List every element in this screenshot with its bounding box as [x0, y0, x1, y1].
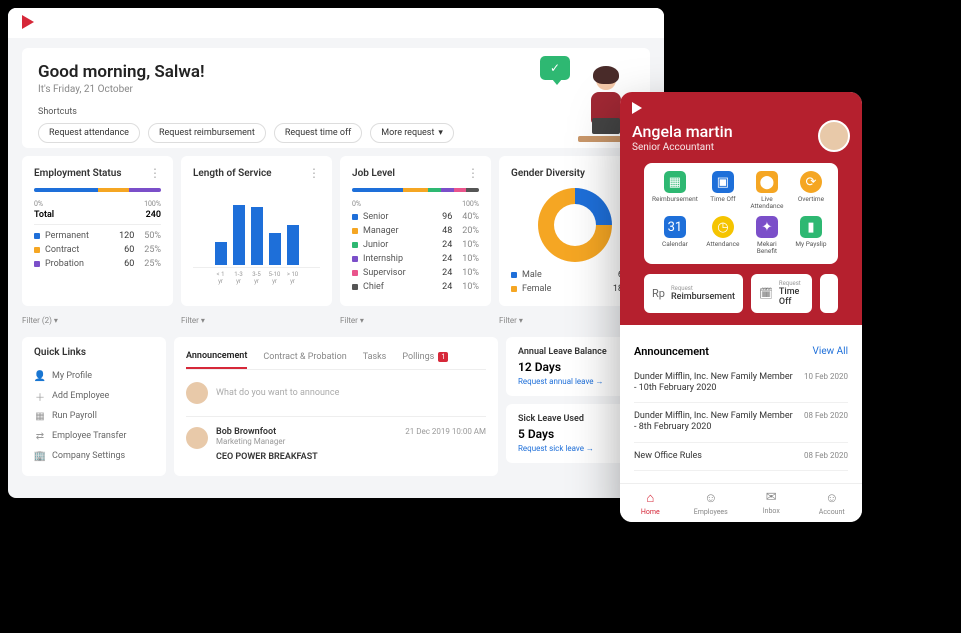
ql-employee-transfer[interactable]: ⇄Employee Transfer	[34, 426, 154, 446]
topbar	[8, 8, 664, 38]
user-icon: 👤	[34, 370, 46, 382]
request-timeoff-button[interactable]: Request time off	[274, 123, 362, 143]
nav-account[interactable]: ☺Account	[802, 484, 863, 522]
quick-links-title: Quick Links	[34, 347, 154, 358]
bottom-row: Quick Links 👤My Profile ＋Add Employee ▦R…	[22, 337, 650, 476]
ql-company-settings[interactable]: 🏢Company Settings	[34, 446, 154, 466]
filter-dropdown[interactable]: Filter (2) ▾	[22, 312, 173, 329]
app-live-attendance[interactable]: ⬤Live Attendance	[748, 171, 786, 210]
add-user-icon: ＋	[34, 390, 46, 402]
clock-icon: ◷	[712, 216, 734, 238]
hero-card: Good morning, Salwa! It's Friday, 21 Oct…	[22, 48, 650, 148]
mobile-header: Angela martin Senior Accountant ▦Reimbur…	[620, 92, 862, 325]
filter-dropdown[interactable]: Filter ▾	[340, 312, 491, 329]
gender-donut-chart	[538, 188, 612, 262]
card-title: Gender Diversity	[511, 168, 585, 179]
ql-run-payroll[interactable]: ▦Run Payroll	[34, 406, 154, 426]
pollings-badge: 1	[438, 352, 448, 362]
calendar-icon: 31	[664, 216, 686, 238]
mobile-body: Announcement View All Dunder Mifflin, In…	[620, 335, 862, 471]
employment-status-card: Employment Status⋮ 0%100% Total240 Perma…	[22, 156, 173, 306]
tab-contract[interactable]: Contract & Probation	[263, 345, 346, 369]
app-overtime[interactable]: ⟳Overtime	[792, 171, 830, 210]
request-buttons-row: Rp RequestReimbursement 🗓 RequestTime Of…	[644, 274, 838, 313]
length-of-service-card: Length of Service⋮ < 1 yr1-3 yr3-5 yr5-1…	[181, 156, 332, 306]
ql-add-employee[interactable]: ＋Add Employee	[34, 386, 154, 406]
app-grid: ▦Reimbursement ▣Time Off ⬤Live Attendanc…	[644, 163, 838, 264]
card-menu-icon[interactable]: ⋮	[149, 166, 161, 180]
employees-icon: ☺	[704, 490, 717, 506]
app-reimbursement[interactable]: ▦Reimbursement	[652, 171, 698, 210]
nav-inbox[interactable]: ✉Inbox	[741, 484, 802, 522]
nav-employees[interactable]: ☺Employees	[681, 484, 742, 522]
card-title: Job Level	[352, 168, 395, 179]
overtime-icon: ⟳	[800, 171, 822, 193]
benefit-icon: ✦	[756, 216, 778, 238]
tab-tasks[interactable]: Tasks	[363, 345, 387, 369]
reimbursement-icon: ▦	[664, 171, 686, 193]
home-icon: ⌂	[646, 490, 654, 506]
app-mekari-benefit[interactable]: ✦Mekari Benefit	[748, 216, 786, 255]
desktop-dashboard: Good morning, Salwa! It's Friday, 21 Oct…	[8, 8, 664, 498]
card-menu-icon[interactable]: ⋮	[467, 166, 479, 180]
filter-dropdown[interactable]: Filter ▾	[181, 312, 332, 329]
timeoff-icon: ▣	[712, 171, 734, 193]
announcement-item[interactable]: New Office Rules08 Feb 2020	[634, 443, 848, 471]
brand-logo-icon	[22, 15, 34, 29]
speech-check-icon: ✓	[540, 56, 570, 80]
card-title: Employment Status	[34, 168, 122, 179]
post-avatar-icon	[186, 427, 208, 449]
mobile-logo-icon	[632, 102, 642, 114]
request-timeoff-button[interactable]: 🗓 RequestTime Off	[751, 274, 812, 313]
filter-row: Filter (2) ▾ Filter ▾ Filter ▾ Filter ▾	[22, 312, 650, 329]
job-level-card: Job Level⋮ 0%100% Senior9640% Manager482…	[340, 156, 491, 306]
announcement-section-title: Announcement	[634, 345, 709, 358]
account-icon: ☺	[825, 490, 838, 506]
stats-cards-row: Employment Status⋮ 0%100% Total240 Perma…	[22, 156, 650, 306]
card-menu-icon[interactable]: ⋮	[308, 166, 320, 180]
announcement-item[interactable]: Dunder Mifflin, Inc. New Family Member -…	[634, 403, 848, 443]
announce-placeholder: What do you want to announce	[216, 388, 339, 398]
live-attendance-icon: ⬤	[756, 171, 778, 193]
request-reimbursement-button[interactable]: Rp RequestReimbursement	[644, 274, 743, 313]
app-my-payslip[interactable]: ▮My Payslip	[792, 216, 830, 255]
mobile-bottom-nav: ⌂Home ☺Employees ✉Inbox ☺Account	[620, 483, 862, 522]
tab-pollings[interactable]: Pollings1	[402, 345, 448, 369]
request-attendance-button[interactable]: Request attendance	[38, 123, 140, 143]
view-all-link[interactable]: View All	[813, 346, 848, 357]
calendar-icon: 🗓	[759, 287, 773, 300]
tabs: Announcement Contract & Probation Tasks …	[186, 337, 486, 370]
payroll-icon: ▦	[34, 410, 46, 422]
inbox-icon: ✉	[766, 490, 777, 505]
user-avatar-icon	[186, 382, 208, 404]
card-title: Length of Service	[193, 168, 272, 179]
announcement-panel: Announcement Contract & Probation Tasks …	[174, 337, 498, 476]
building-icon: 🏢	[34, 450, 46, 462]
request-reimbursement-button[interactable]: Request reimbursement	[148, 123, 266, 143]
announce-input[interactable]: What do you want to announce	[186, 370, 486, 417]
app-attendance[interactable]: ◷Attendance	[704, 216, 742, 255]
post-title: CEO POWER BREAKFAST	[216, 452, 486, 462]
request-more-button[interactable]	[820, 274, 838, 313]
app-timeoff[interactable]: ▣Time Off	[704, 171, 742, 210]
ql-my-profile[interactable]: 👤My Profile	[34, 366, 154, 386]
user-avatar-icon[interactable]	[818, 120, 850, 152]
payslip-icon: ▮	[800, 216, 822, 238]
transfer-icon: ⇄	[34, 430, 46, 442]
tab-announcement[interactable]: Announcement	[186, 345, 247, 369]
app-calendar[interactable]: 31Calendar	[652, 216, 698, 255]
rp-icon: Rp	[652, 287, 665, 300]
announcement-post: Bob BrownfootMarketing Manager21 Dec 201…	[186, 417, 486, 472]
announcement-item[interactable]: Dunder Mifflin, Inc. New Family Member -…	[634, 364, 848, 404]
more-request-button[interactable]: More request▾	[370, 123, 454, 143]
user-role: Senior Accountant	[632, 142, 850, 153]
length-bar-chart	[193, 188, 320, 268]
quick-links-panel: Quick Links 👤My Profile ＋Add Employee ▦R…	[22, 337, 166, 476]
mobile-app: Angela martin Senior Accountant ▦Reimbur…	[620, 92, 862, 522]
nav-home[interactable]: ⌂Home	[620, 484, 681, 522]
chevron-down-icon: ▾	[438, 128, 443, 138]
